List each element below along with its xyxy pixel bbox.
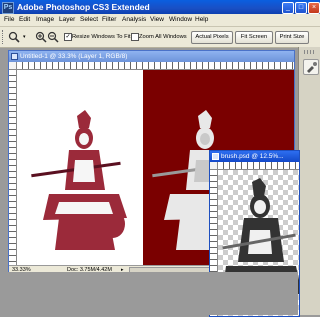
horizontal-ruler[interactable] (218, 162, 299, 170)
menu-filter[interactable]: Filter (102, 15, 116, 25)
horizontal-ruler[interactable] (17, 62, 294, 70)
zoom-all-windows-label: Zoom All Windows (139, 34, 187, 40)
actual-pixels-button[interactable]: Actual Pixels (191, 31, 233, 44)
menu-window[interactable]: Window (169, 15, 192, 25)
resize-windows-checkbox[interactable]: ✓ (64, 33, 72, 41)
ruler-origin[interactable] (210, 162, 218, 170)
print-size-button[interactable]: Print Size (275, 31, 309, 44)
maximize-button[interactable]: □ (295, 2, 307, 14)
menu-bar: File Edit Image Layer Select Filter Anal… (0, 14, 320, 27)
menu-layer[interactable]: Layer (59, 15, 75, 25)
zoom-all-windows-checkbox[interactable] (131, 33, 139, 41)
menu-view[interactable]: View (150, 15, 164, 25)
fit-screen-button[interactable]: Fit Screen (235, 31, 273, 44)
app-title: Adobe Photoshop CS3 Extended (17, 2, 150, 12)
tool-preset-dropdown-icon[interactable]: ▾ (23, 34, 26, 40)
vertical-ruler[interactable] (9, 70, 17, 265)
document-title-bar[interactable]: Untitled-1 @ 33.3% (Layer 1, RGB/8) (9, 51, 294, 62)
workspace-background (0, 272, 298, 315)
brush-icon (307, 62, 317, 73)
dock-grip[interactable] (304, 50, 316, 54)
krishna-figure-red (31, 110, 127, 250)
document-title: Untitled-1 @ 33.3% (Layer 1, RGB/8) (20, 53, 128, 60)
panel-dock (298, 47, 320, 315)
menu-select[interactable]: Select (80, 15, 98, 25)
brushes-panel-button[interactable] (303, 59, 319, 75)
menu-edit[interactable]: Edit (19, 15, 30, 25)
document-icon (212, 153, 219, 160)
zoom-in-icon[interactable] (35, 31, 47, 43)
resize-windows-label: Resize Windows To Fit (72, 34, 131, 40)
document-title-bar[interactable]: brush.psd @ 12.5%... (210, 151, 299, 162)
zoom-out-icon[interactable] (47, 31, 59, 43)
options-bar: ▾ ✓ Resize Windows To Fit Zoom All Windo… (0, 27, 320, 48)
ruler-origin[interactable] (9, 62, 17, 70)
document-icon (11, 53, 18, 60)
close-button[interactable]: × (308, 2, 320, 14)
zoom-tool-icon[interactable] (8, 31, 22, 43)
photoshop-logo-icon: Ps (2, 2, 14, 14)
menu-analysis[interactable]: Analysis (122, 15, 146, 25)
menu-file[interactable]: File (4, 15, 14, 25)
minimize-button[interactable]: _ (282, 2, 294, 14)
menu-image[interactable]: Image (36, 15, 54, 25)
app-title-bar: Ps Adobe Photoshop CS3 Extended _ □ × (0, 0, 320, 14)
document-title: brush.psd @ 12.5%... (221, 153, 284, 160)
menu-help[interactable]: Help (195, 15, 208, 25)
options-grip[interactable] (2, 30, 5, 44)
